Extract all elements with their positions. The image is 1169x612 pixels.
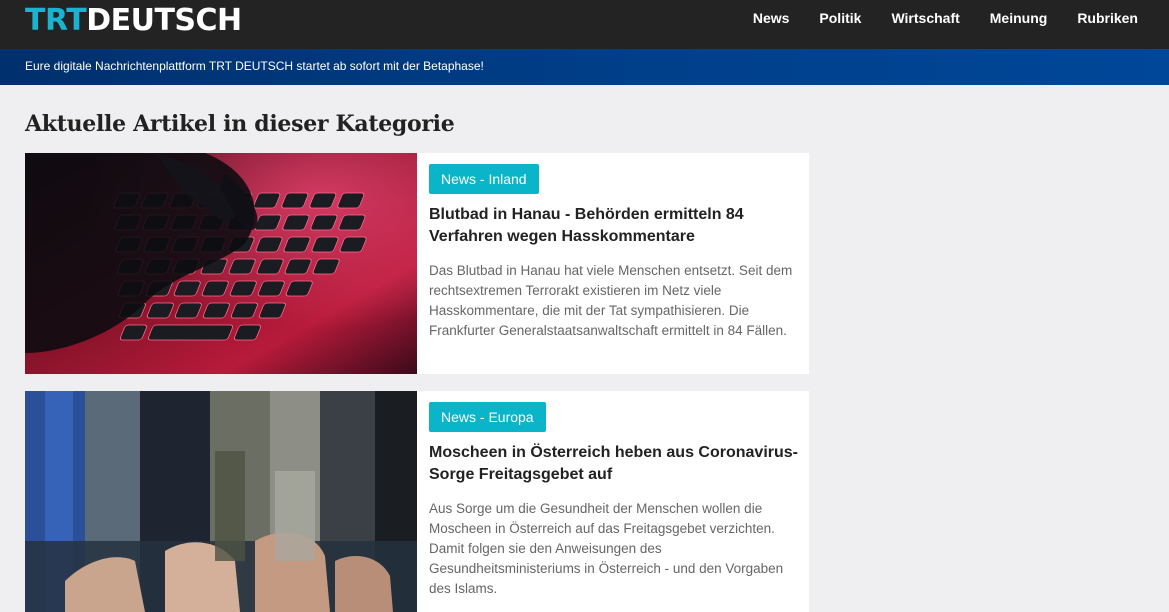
logo-deutsch: DEUTSCH (86, 3, 242, 38)
article-image-prayer[interactable] (25, 391, 417, 612)
top-navigation-bar: TRTDEUTSCH News Politik Wirtschaft Meinu… (0, 0, 1169, 49)
article-card[interactable]: News - Europa Moscheen in Österreich heb… (25, 391, 809, 612)
nav-item-rubriken[interactable]: Rubriken (1077, 0, 1138, 36)
article-title[interactable]: Moscheen in Österreich heben aus Coronav… (429, 442, 801, 486)
article-summary: Das Blutbad in Hanau hat viele Menschen … (429, 263, 793, 338)
nav-item-politik[interactable]: Politik (819, 0, 861, 36)
article-summary: Aus Sorge um die Gesundheit der Menschen… (429, 501, 784, 596)
main-nav: News Politik Wirtschaft Meinung Rubriken (723, 0, 1138, 36)
article-title[interactable]: Blutbad in Hanau - Behörden ermitteln 84… (429, 204, 801, 248)
article-card[interactable]: News - Inland Blutbad in Hanau - Behörde… (25, 153, 809, 374)
nav-item-wirtschaft[interactable]: Wirtschaft (891, 0, 959, 36)
nav-item-meinung[interactable]: Meinung (990, 0, 1048, 36)
category-tag[interactable]: News - Europa (429, 402, 546, 432)
logo-trt: TRT (25, 3, 87, 38)
page-title: Aktuelle Artikel in dieser Kategorie (25, 111, 455, 137)
banner-text: Eure digitale Nachrichtenplattform TRT D… (25, 59, 484, 73)
nav-item-news[interactable]: News (753, 0, 790, 36)
article-image-keyboard[interactable] (25, 153, 417, 374)
site-logo[interactable]: TRTDEUTSCH (25, 3, 242, 39)
category-tag[interactable]: News - Inland (429, 164, 539, 194)
beta-announcement-banner: Eure digitale Nachrichtenplattform TRT D… (0, 49, 1169, 85)
